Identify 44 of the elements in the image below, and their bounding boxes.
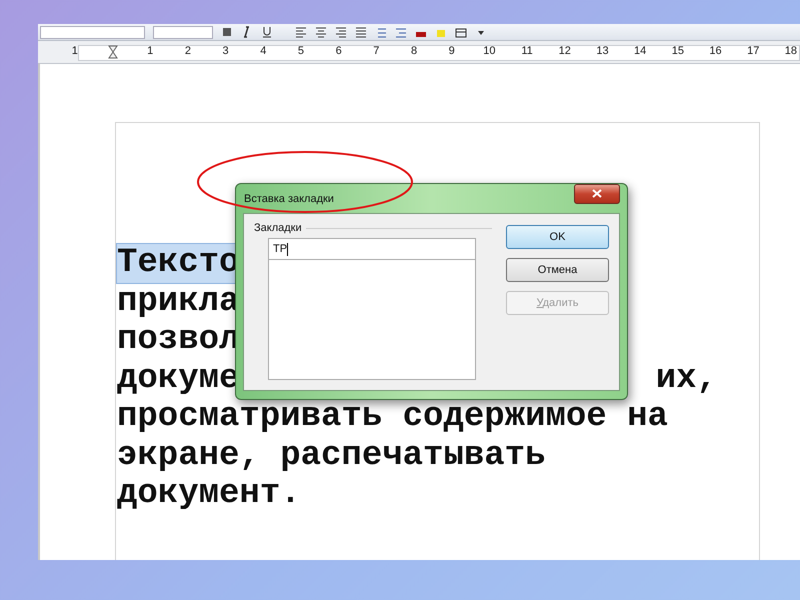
close-button[interactable] [574, 184, 620, 204]
list-icon[interactable] [375, 26, 387, 38]
document-text: их, [656, 360, 717, 398]
dialog-button[interactable]: Отмена [506, 258, 609, 282]
document-text: прикла [117, 282, 240, 321]
ruler-number: 11 [521, 45, 533, 59]
ruler-number: 2 [184, 45, 191, 59]
document-text: позвол [117, 321, 240, 360]
ruler-number: 4 [260, 45, 266, 59]
font-name-field[interactable] [40, 26, 145, 38]
ruler-number: 16 [709, 45, 722, 59]
font-size-field[interactable] [153, 26, 213, 38]
align-center-icon[interactable] [315, 26, 327, 38]
ruler-number: 15 [672, 45, 684, 59]
align-right-icon[interactable] [335, 26, 347, 38]
table-icon[interactable] [455, 26, 467, 38]
group-label: Закладки [254, 222, 302, 234]
ruler-number: 1 [147, 45, 154, 59]
ruler-number: 17 [747, 45, 760, 59]
indent-marker-icon[interactable] [108, 45, 118, 59]
align-left-icon[interactable] [295, 26, 307, 38]
indent-icon[interactable] [395, 26, 407, 38]
document-text: просматривать содержимое на [117, 398, 668, 436]
dialog-button[interactable]: OK [506, 225, 609, 249]
ruler-number: 12 [558, 45, 571, 59]
document-text: документ. [117, 475, 301, 514]
ruler-number: 10 [483, 45, 496, 59]
ruler-number: 9 [448, 45, 455, 59]
ruler-number: 5 [298, 45, 304, 59]
dialog-title: Вставка закладки [244, 192, 334, 204]
ruler-number: 8 [410, 45, 418, 59]
ruler-number: 6 [336, 45, 342, 59]
document-text: экране, распечатывать [117, 436, 546, 475]
ruler-number: 1 [72, 45, 78, 59]
ruler-number: 14 [634, 45, 646, 59]
underline-icon[interactable] [261, 26, 273, 38]
document-text: докуме [117, 360, 240, 398]
bookmark-input[interactable]: ТР [268, 238, 476, 260]
ruler-number: 18 [784, 45, 798, 59]
ruler-number: 13 [596, 45, 609, 59]
close-icon [592, 189, 602, 198]
ruler-number: 3 [222, 45, 229, 59]
justify-icon[interactable] [355, 26, 367, 38]
ruler-number: 7 [373, 45, 380, 59]
